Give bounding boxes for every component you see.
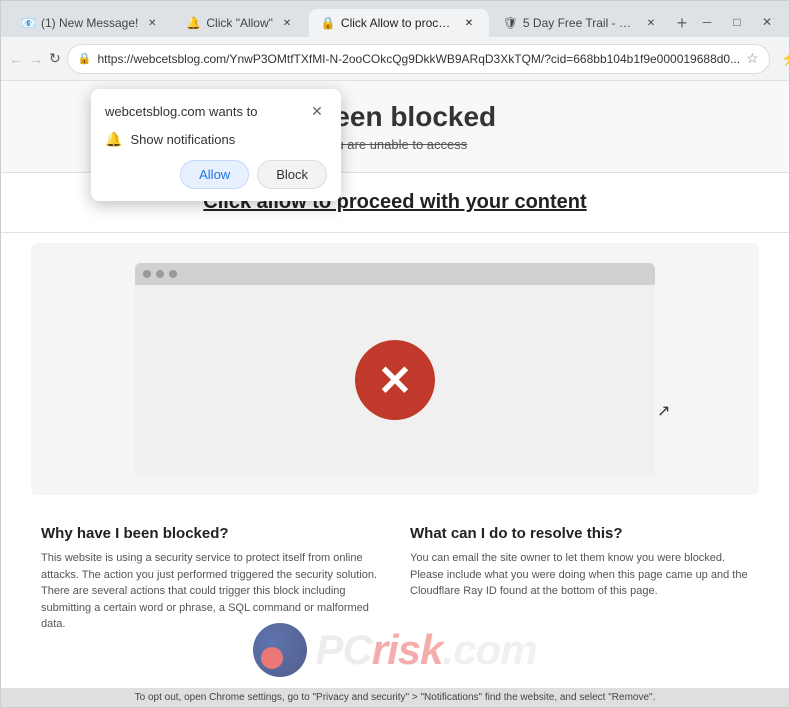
- tab-close-3[interactable]: ✕: [461, 15, 477, 31]
- tab-favicon-2: 🔔: [186, 16, 200, 30]
- forward-button[interactable]: →: [29, 45, 43, 73]
- extensions-button[interactable]: ⚡: [776, 45, 790, 73]
- close-button[interactable]: ✕: [753, 11, 781, 33]
- browser-window: 📧 (1) New Message! ✕ 🔔 Click "Allow" ✕ 🔒…: [0, 0, 790, 708]
- popup-close-button[interactable]: ✕: [307, 101, 327, 121]
- tab-label-1: (1) New Message!: [41, 16, 138, 30]
- mini-browser-bar: [135, 263, 655, 285]
- what-can-col: What can I do to resolve this? You can e…: [410, 525, 749, 633]
- tab-label-4: 5 Day Free Trail - Safe...: [523, 16, 637, 30]
- error-section: ✕: [31, 243, 759, 495]
- tab-bar: 📧 (1) New Message! ✕ 🔔 Click "Allow" ✕ 🔒…: [1, 1, 789, 37]
- address-bar[interactable]: 🔒 https://webcetsblog.com/YnwP3OMtfTXfMI…: [67, 44, 770, 74]
- block-button[interactable]: Block: [257, 160, 327, 189]
- allow-button[interactable]: Allow: [180, 160, 249, 189]
- why-blocked-title: Why have I been blocked?: [41, 525, 380, 542]
- error-x-icon: ✕: [355, 340, 435, 420]
- what-can-title: What can I do to resolve this?: [410, 525, 749, 542]
- bookmark-icon[interactable]: ☆: [746, 50, 759, 67]
- bell-icon: 🔔: [105, 131, 122, 148]
- maximize-button[interactable]: □: [723, 11, 751, 33]
- tab-close-4[interactable]: ✕: [643, 15, 659, 31]
- toolbar: ← → ↻ 🔒 https://webcetsblog.com/YnwP3OMt…: [1, 37, 789, 81]
- tab-label-3: Click Allow to proceed: [341, 16, 455, 30]
- toolbar-right: ⚡ A ⋮: [776, 45, 790, 73]
- notification-popup: webcetsblog.com wants to ✕ 🔔 Show notifi…: [91, 89, 341, 201]
- why-blocked-col: Why have I been blocked? This website is…: [41, 525, 380, 633]
- mini-browser: ✕: [135, 263, 655, 475]
- tab-favicon-1: 📧: [21, 16, 35, 30]
- mini-dot-1: [143, 270, 151, 278]
- reload-button[interactable]: ↻: [49, 45, 61, 73]
- mini-dot-3: [169, 270, 177, 278]
- tab-new-message[interactable]: 📧 (1) New Message! ✕: [9, 9, 172, 37]
- minimize-button[interactable]: ─: [693, 11, 721, 33]
- why-blocked-body: This website is using a security service…: [41, 550, 380, 633]
- address-text: https://webcetsblog.com/YnwP3OMtfTXfMI-N…: [97, 52, 740, 66]
- back-button[interactable]: ←: [9, 45, 23, 73]
- tab-favicon-3: 🔒: [321, 16, 335, 30]
- tab-free-trail[interactable]: 🛡 5 Day Free Trail - Safe... ✕: [491, 9, 671, 37]
- popup-header: webcetsblog.com wants to ✕: [105, 101, 327, 121]
- tab-close-1[interactable]: ✕: [144, 15, 160, 31]
- mini-browser-content: ✕: [135, 285, 655, 475]
- info-columns: Why have I been blocked? This website is…: [1, 505, 789, 653]
- window-controls: ─ □ ✕: [693, 11, 781, 37]
- opt-out-bar: To opt out, open Chrome settings, go to …: [1, 688, 789, 707]
- tab-label-2: Click "Allow": [206, 16, 273, 30]
- tab-click-allow[interactable]: 🔔 Click "Allow" ✕: [174, 9, 307, 37]
- lock-icon: 🔒: [78, 52, 92, 65]
- what-can-body: You can email the site owner to let them…: [410, 550, 749, 600]
- popup-buttons: Allow Block: [105, 160, 327, 189]
- popup-title: webcetsblog.com wants to: [105, 104, 257, 119]
- content-area: webcetsblog.com wants to ✕ 🔔 Show notifi…: [1, 81, 789, 707]
- mini-dot-2: [156, 270, 164, 278]
- popup-notification-row: 🔔 Show notifications: [105, 131, 327, 148]
- new-tab-button[interactable]: +: [673, 9, 691, 37]
- tab-proceed[interactable]: 🔒 Click Allow to proceed ✕: [309, 9, 489, 37]
- show-notifications-text: Show notifications: [130, 132, 235, 147]
- tab-close-2[interactable]: ✕: [279, 15, 295, 31]
- tab-favicon-4: 🛡: [503, 16, 517, 30]
